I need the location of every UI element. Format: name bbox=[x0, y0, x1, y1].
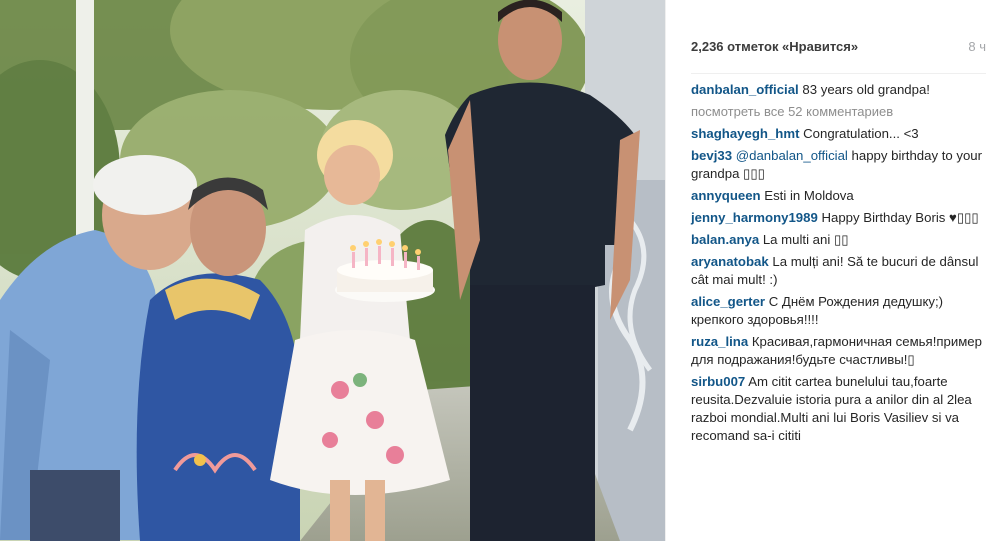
comment-item: ruza_lina Красивая,гармоничная семья!при… bbox=[691, 333, 986, 369]
comment-text: Congratulation... <3 bbox=[803, 126, 919, 141]
comment-text: La multi ani ▯▯ bbox=[762, 232, 849, 247]
caption: danbalan_official 83 years old grandpa! bbox=[691, 81, 986, 99]
comment-username[interactable]: shaghayegh_hmt bbox=[691, 126, 799, 141]
comment-username[interactable]: alice_gerter bbox=[691, 294, 765, 309]
comment-item: sirbu007 Am citit cartea bunelului tau,f… bbox=[691, 373, 986, 445]
post-time[interactable]: 8 ч bbox=[968, 39, 986, 54]
likes-count[interactable]: 2,236 отметок «Нравится» bbox=[691, 39, 858, 54]
comment-text: Happy Birthday Boris ♥▯▯▯ bbox=[821, 210, 979, 225]
comment-item: aryanatobak La mulți ani! Să te bucuri d… bbox=[691, 253, 986, 289]
comment-username[interactable]: ruza_lina bbox=[691, 334, 748, 349]
instagram-post: 2,236 отметок «Нравится» 8 ч danbalan_of… bbox=[0, 0, 1000, 541]
comment-item: annyqueen Esti in Moldova bbox=[691, 187, 986, 205]
comment-item: bevj33 @danbalan_official happy birthday… bbox=[691, 147, 986, 183]
comment-username[interactable]: jenny_harmony1989 bbox=[691, 210, 818, 225]
comment-item: jenny_harmony1989 Happy Birthday Boris ♥… bbox=[691, 209, 986, 227]
comment-username[interactable]: aryanatobak bbox=[691, 254, 769, 269]
comment-text: Esti in Moldova bbox=[764, 188, 854, 203]
post-photo[interactable] bbox=[0, 0, 665, 541]
view-all-comments-link[interactable]: посмотреть все 52 комментариев bbox=[691, 103, 986, 121]
caption-username[interactable]: danbalan_official bbox=[691, 82, 799, 97]
comment-item: balan.anya La multi ani ▯▯ bbox=[691, 231, 986, 249]
comments-panel: 2,236 отметок «Нравится» 8 ч danbalan_of… bbox=[665, 0, 1000, 541]
caption-text: 83 years old grandpa! bbox=[802, 82, 930, 97]
comment-list: danbalan_official 83 years old grandpa! … bbox=[666, 74, 1000, 445]
post-header: 2,236 отметок «Нравится» 8 ч bbox=[666, 0, 1000, 55]
comment-username[interactable]: balan.anya bbox=[691, 232, 759, 247]
comment-mention[interactable]: @danbalan_official bbox=[736, 148, 848, 163]
photo-illustration bbox=[0, 0, 665, 541]
comment-username[interactable]: annyqueen bbox=[691, 188, 761, 203]
comment-username[interactable]: bevj33 bbox=[691, 148, 732, 163]
comment-username[interactable]: sirbu007 bbox=[691, 374, 745, 389]
comment-item: shaghayegh_hmt Congratulation... <3 bbox=[691, 125, 986, 143]
comment-item: alice_gerter С Днём Рождения дедушку;) к… bbox=[691, 293, 986, 329]
